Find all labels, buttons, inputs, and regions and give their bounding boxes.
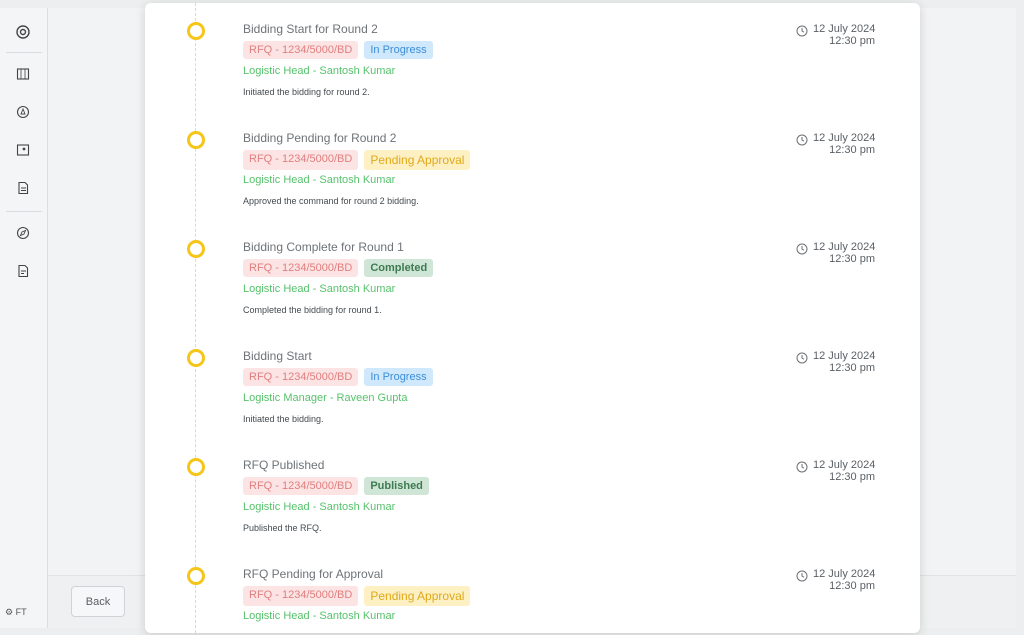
timeline-entry: Bidding Start RFQ - 1234/5000/BD In Progre… (145, 339, 920, 439)
rfq-badge: RFQ - 1234/5000/BD (243, 150, 359, 170)
back-button[interactable]: Back (71, 586, 125, 617)
timeline-dot-icon (187, 22, 205, 40)
status-badge: Pending Approval (364, 150, 471, 170)
timeline-dot-icon (187, 240, 205, 258)
entry-description: Initiated the bidding. (243, 414, 324, 424)
entry-tags: RFQ - 1234/5000/BD Published (243, 477, 429, 495)
entry-title: RFQ Published (243, 458, 325, 472)
entry-time: 12:30 pm (829, 471, 875, 483)
clock-icon (796, 351, 808, 364)
entry-date: 12 July 2024 (813, 350, 876, 362)
rfq-badge: RFQ - 1234/5000/BD (243, 41, 359, 59)
clock-icon (796, 242, 808, 255)
clock-icon (796, 460, 808, 473)
sidebar-footer: ⚙ FT (5, 607, 27, 617)
status-badge: In Progress (364, 368, 433, 386)
entry-time: 12:30 pm (829, 362, 875, 374)
entry-tags: RFQ - 1234/5000/BD In Progress (243, 368, 433, 386)
sidebar: ⚙ FT (0, 8, 48, 628)
entry-tags: RFQ - 1234/5000/BD In Progress (243, 41, 433, 59)
timeline-dot-icon (187, 567, 205, 585)
clock-icon (796, 569, 808, 582)
entry-time: 12:30 pm (829, 144, 875, 156)
entry-description: Completed the bidding for round 1. (243, 305, 382, 315)
entry-date: 12 July 2024 (813, 241, 876, 253)
status-badge: Completed (364, 259, 434, 277)
rfq-badge: RFQ - 1234/5000/BD (243, 368, 359, 386)
clock-icon (796, 24, 808, 37)
entry-person: Logistic Head - Santosh Kumar (243, 501, 396, 513)
report-icon[interactable] (14, 262, 32, 280)
rfq-badge: RFQ - 1234/5000/BD (243, 586, 359, 606)
location-icon[interactable] (14, 103, 32, 121)
entry-time: 12:30 pm (829, 35, 875, 47)
clock-icon (796, 133, 808, 146)
entry-person: Logistic Head - Santosh Kumar (243, 610, 396, 622)
timeline-entry: Bidding Start for Round 2 RFQ - 1234/5000… (145, 12, 920, 112)
timeline-dot-icon (187, 349, 205, 367)
entry-tags: RFQ - 1234/5000/BD Completed (243, 259, 434, 277)
status-badge: In Progress (364, 41, 433, 59)
timeline-entry: RFQ Published RFQ - 1234/5000/BD Published… (145, 448, 920, 548)
map-icon[interactable] (14, 65, 32, 83)
map-pin-icon[interactable] (14, 141, 32, 159)
compass-icon[interactable] (14, 224, 32, 242)
timeline-dot-icon (187, 458, 205, 476)
timeline-entry: Bidding Complete for Round 1 RFQ - 1234/5… (145, 230, 920, 330)
document-icon[interactable] (14, 179, 32, 197)
entry-description: Initiated the bidding for round 2. (243, 87, 370, 97)
entry-title: Bidding Pending for Round 2 (243, 131, 397, 145)
entry-time: 12:30 pm (829, 253, 875, 265)
entry-person: Logistic Head - Santosh Kumar (243, 174, 396, 186)
rfq-badge: RFQ - 1234/5000/BD (243, 477, 359, 495)
timeline-entry: Bidding Pending for Round 2 RFQ - 1234/50… (145, 121, 920, 221)
entry-title: Bidding Complete for Round 1 (243, 240, 404, 254)
timeline-dot-icon (187, 131, 205, 149)
entry-date: 12 July 2024 (813, 23, 876, 35)
entry-person: Logistic Head - Santosh Kumar (243, 283, 396, 295)
entry-title: RFQ Pending for Approval (243, 567, 384, 581)
logo-icon[interactable] (14, 23, 32, 41)
timeline-modal: Bidding Start for Round 2 RFQ - 1234/5000… (145, 3, 920, 633)
status-badge: Published (364, 477, 429, 495)
entry-title: Bidding Start (243, 349, 312, 363)
entry-tags: RFQ - 1234/5000/BD Pending Approval (243, 586, 471, 606)
entry-title: Bidding Start for Round 2 (243, 22, 378, 36)
entry-person: Logistic Head - Santosh Kumar (243, 65, 396, 77)
entry-time: 12:30 pm (829, 580, 875, 592)
timeline-entry: RFQ Pending for Approval RFQ - 1234/5000/… (145, 557, 920, 633)
sidebar-divider (6, 52, 42, 53)
entry-person: Logistic Manager - Raveen Gupta (243, 392, 408, 404)
entry-tags: RFQ - 1234/5000/BD Pending Approval (243, 150, 471, 170)
entry-description: Approved the command for round 2 bidding… (243, 196, 419, 206)
entry-date: 12 July 2024 (813, 568, 876, 580)
entry-description: Published the RFQ. (243, 523, 322, 533)
entry-date: 12 July 2024 (813, 459, 876, 471)
rfq-badge: RFQ - 1234/5000/BD (243, 259, 359, 277)
status-badge: Pending Approval (364, 586, 471, 606)
sidebar-divider (6, 211, 42, 212)
entry-date: 12 July 2024 (813, 132, 876, 144)
